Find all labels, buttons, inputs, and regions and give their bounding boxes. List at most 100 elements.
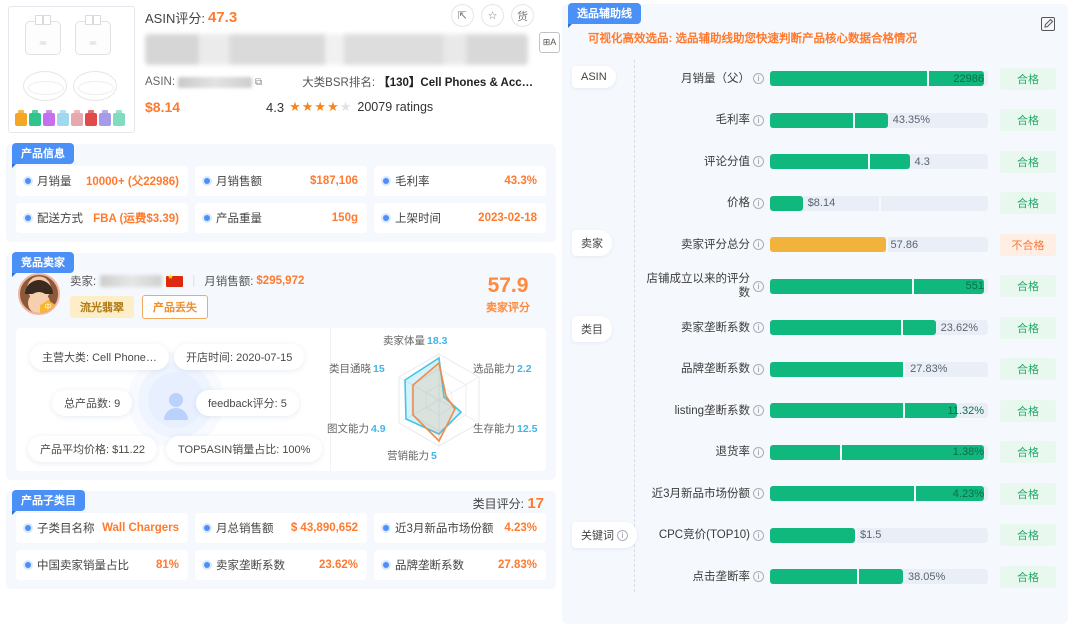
info-cell: 品牌垄断系数 27.83% bbox=[374, 550, 546, 580]
bullet-icon bbox=[25, 178, 31, 184]
assist-row: 品牌垄断系数 i 27.83% 合格 bbox=[642, 349, 1060, 391]
charger-image-b bbox=[75, 15, 111, 55]
info-icon[interactable]: i bbox=[753, 73, 764, 85]
info-icon[interactable]: i bbox=[753, 363, 764, 375]
seller-name-row: 卖家: | 月销售额: $295,972 bbox=[70, 273, 486, 289]
assist-row: 退货率 i 1.38% 合格 bbox=[642, 432, 1060, 474]
info-icon[interactable]: i bbox=[753, 239, 764, 251]
threshold-marker bbox=[902, 402, 905, 420]
info-icon[interactable]: i bbox=[753, 280, 764, 292]
info-cell-label: 卖家垄断系数 bbox=[204, 557, 285, 573]
info-cell-value: $ 43,890,652 bbox=[290, 522, 358, 534]
assist-row: 店铺成立以来的评分数 i 551 合格 bbox=[642, 266, 1060, 308]
info-cell-value: 43.3% bbox=[504, 175, 537, 187]
product-info-grid: 月销量 10000+ (父22986) 月销售额 $187,106 毛利率 43.3% 配送… bbox=[16, 166, 546, 233]
product-title bbox=[145, 34, 528, 65]
info-cell-value: 2023-02-18 bbox=[478, 212, 537, 224]
seller-detail-panel: 主营大类: Cell Phone… 开店时间: 2020-07-15 总产品数:… bbox=[16, 328, 546, 471]
info-icon[interactable]: i bbox=[753, 488, 764, 500]
translate-icon[interactable]: ⊞A bbox=[539, 32, 560, 53]
info-cell: 月总销售额 $ 43,890,652 bbox=[195, 513, 367, 543]
product-header: ASIN评分: 47.3 ⇱ ☆ 货 ⊞A ASIN: ⧉ 大类BSR排名: 【… bbox=[6, 4, 560, 133]
info-cell: 上架时间 2023-02-18 bbox=[374, 203, 546, 233]
star-icon[interactable]: ☆ bbox=[481, 4, 504, 27]
info-cell-label: 毛利率 bbox=[383, 173, 430, 189]
product-info-tag: 产品信息 bbox=[12, 143, 74, 168]
bar-fill bbox=[770, 71, 984, 87]
assist-row-bar: 4.3 bbox=[770, 153, 988, 171]
assist-row-label: 月销量（父） i bbox=[642, 72, 770, 86]
bar-value: 4.3 bbox=[914, 155, 930, 168]
app-root: ASIN评分: 47.3 ⇱ ☆ 货 ⊞A ASIN: ⧉ 大类BSR排名: 【… bbox=[0, 0, 1080, 629]
product-header-info: ASIN评分: 47.3 ⇱ ☆ 货 ⊞A ASIN: ⧉ 大类BSR排名: 【… bbox=[145, 4, 560, 133]
info-cell: 中国卖家销量占比 81% bbox=[16, 550, 188, 580]
asin-score-label: ASIN评分: bbox=[145, 11, 205, 26]
seller-name bbox=[100, 275, 163, 287]
competitor-seller-card: 竞品卖家 中 卖家: | 月销售额: $295,972 流光翡翠 bbox=[6, 252, 556, 480]
info-icon[interactable]: i bbox=[617, 529, 628, 541]
info-icon[interactable]: i bbox=[753, 571, 764, 583]
seller-sales-label: 月销售额: bbox=[204, 276, 254, 288]
assist-row-bar: 43.35% bbox=[770, 111, 988, 129]
chip-product-lost[interactable]: 产品丢失 bbox=[142, 295, 208, 319]
info-icon[interactable]: i bbox=[753, 114, 764, 126]
assist-row: 月销量（父） i 22986 合格 bbox=[642, 58, 1060, 100]
bar-fill bbox=[770, 278, 984, 294]
bar-fill bbox=[770, 195, 803, 211]
threshold-marker bbox=[857, 568, 860, 586]
share-icon[interactable]: ⇱ bbox=[451, 4, 474, 27]
country-flag-icon bbox=[166, 273, 184, 287]
threshold-marker bbox=[926, 70, 929, 88]
seller-chips: 流光翡翠 产品丢失 bbox=[70, 295, 486, 319]
seller-info: 卖家: | 月销售额: $295,972 流光翡翠 产品丢失 bbox=[70, 273, 486, 319]
assist-row: 价格 i $8.14 合格 bbox=[642, 183, 1060, 225]
assist-row-bar: $1.5 bbox=[770, 526, 988, 544]
seller-score-caption: 卖家评分 bbox=[486, 302, 530, 314]
assist-row-bar: 1.38% bbox=[770, 443, 988, 461]
info-icon[interactable]: i bbox=[753, 446, 764, 458]
assist-row-label: 卖家垄断系数 i bbox=[642, 321, 770, 335]
radar-svg bbox=[398, 353, 480, 447]
competitor-seller-tag: 竞品卖家 bbox=[12, 252, 74, 277]
assist-row: listing垄断系数 i 11.32% 合格 bbox=[642, 390, 1060, 432]
info-cell-label: 产品重量 bbox=[204, 210, 262, 226]
subcategory-grid: 子类目名称 Wall Chargers 月总销售额 $ 43,890,652 近3月新品… bbox=[16, 513, 546, 580]
header-action-icons: ⇱ ☆ 货 bbox=[451, 4, 534, 27]
bar-fill bbox=[770, 237, 886, 253]
status-badge: 合格 bbox=[1000, 109, 1056, 132]
goods-icon[interactable]: 货 bbox=[511, 4, 534, 27]
bar-fill bbox=[770, 320, 936, 336]
copy-icon[interactable]: ⧉ bbox=[255, 77, 262, 88]
edit-icon[interactable] bbox=[1040, 16, 1056, 32]
cable-image-a bbox=[23, 71, 67, 101]
seller-pills: 主营大类: Cell Phone… 开店时间: 2020-07-15 总产品数:… bbox=[16, 328, 330, 471]
threshold-marker bbox=[911, 277, 914, 295]
bar-fill bbox=[770, 361, 906, 377]
info-cell-value: FBA (运费$3.39) bbox=[93, 213, 179, 225]
assist-row-label: listing垄断系数 i bbox=[642, 404, 770, 418]
info-icon[interactable]: i bbox=[753, 322, 764, 334]
info-icon[interactable]: i bbox=[753, 156, 764, 168]
chip-liuguangfeicui[interactable]: 流光翡翠 bbox=[70, 296, 134, 318]
seller-score: 57.9 卖家评分 bbox=[486, 273, 546, 315]
asin-value bbox=[178, 76, 253, 88]
assist-subtitle: 可视化高效选品: 选品辅助线助您快速判断产品核心数据合格情况 bbox=[588, 33, 918, 45]
info-icon[interactable]: i bbox=[753, 529, 764, 541]
pill-feedback-score: feedback评分: 5 bbox=[196, 390, 299, 416]
info-cell-value: 150g bbox=[331, 212, 358, 224]
bullet-icon bbox=[204, 215, 210, 221]
info-cell-label: 近3月新品市场份额 bbox=[383, 520, 493, 536]
asin-label: ASIN: bbox=[145, 76, 176, 88]
bar-value: 57.86 bbox=[890, 238, 919, 251]
info-cell: 配送方式 FBA (运费$3.39) bbox=[16, 203, 188, 233]
info-icon[interactable]: i bbox=[753, 197, 764, 209]
product-thumbnail[interactable] bbox=[8, 6, 135, 133]
status-badge: 合格 bbox=[1000, 399, 1056, 422]
seller-radar-chart: 卖家体量 18.3 选品能力 2.2 生存能力 12.5 营销能力 5 图文能力 4.9 … bbox=[327, 328, 546, 471]
info-icon[interactable]: i bbox=[753, 405, 764, 417]
assist-row-label: 价格 i bbox=[642, 196, 770, 210]
left-column: ASIN评分: 47.3 ⇱ ☆ 货 ⊞A ASIN: ⧉ 大类BSR排名: 【… bbox=[0, 0, 562, 629]
assist-rows: 月销量（父） i 22986 合格 毛利率 i 43.35% 合格 评论分值 i 4.3 合格 价格 i $… bbox=[570, 58, 1060, 598]
rating-value: 4.3 bbox=[266, 99, 285, 115]
assist-row-bar: 38.05% bbox=[770, 568, 988, 586]
